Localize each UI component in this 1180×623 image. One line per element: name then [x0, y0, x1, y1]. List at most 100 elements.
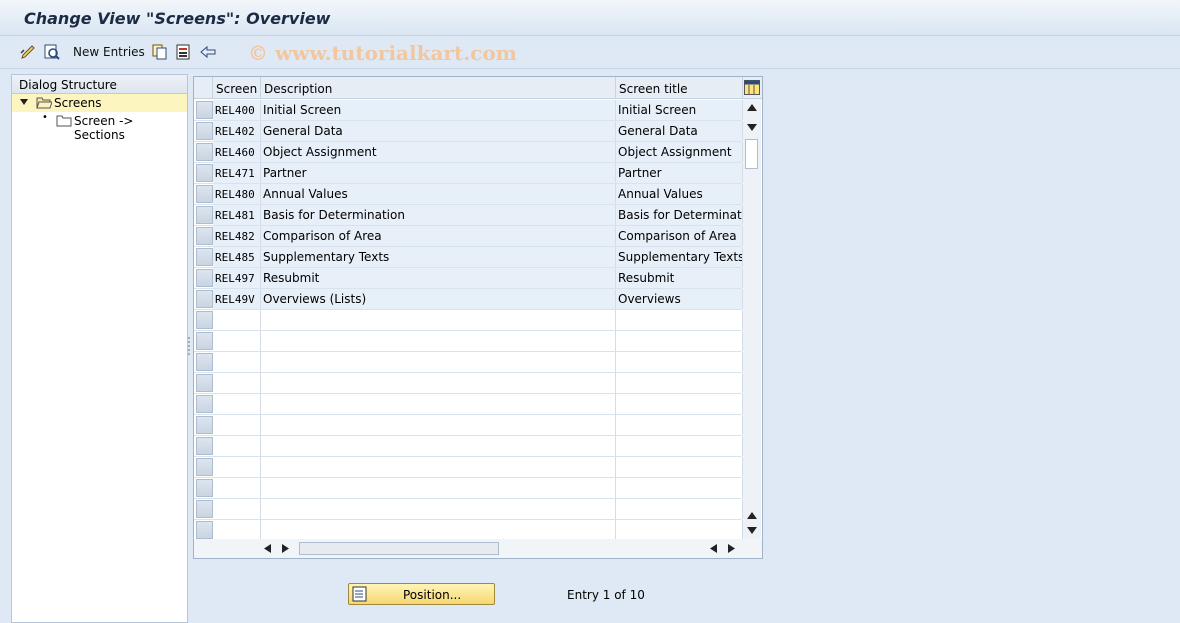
- row-select-button[interactable]: [196, 290, 213, 308]
- cell-screen-title[interactable]: Partner: [616, 163, 743, 183]
- table-row[interactable]: REL481 Basis for Determination Basis for D…: [194, 205, 743, 226]
- cell-description[interactable]: Resubmit: [261, 268, 616, 288]
- cell-description[interactable]: [261, 478, 616, 498]
- table-row[interactable]: REL49V Overviews (Lists) Overviews: [194, 289, 743, 310]
- scroll-page-up-icon[interactable]: [747, 512, 757, 519]
- select-all-cell[interactable]: [194, 77, 213, 99]
- copy-icon[interactable]: [151, 43, 169, 61]
- table-row[interactable]: [194, 415, 743, 436]
- cell-description[interactable]: [261, 394, 616, 414]
- display-change-icon[interactable]: [19, 43, 37, 61]
- row-select-button[interactable]: [196, 395, 213, 413]
- scroll-right-icon[interactable]: [728, 544, 735, 553]
- cell-screen-title[interactable]: Annual Values: [616, 184, 743, 204]
- cell-screen[interactable]: [213, 373, 261, 393]
- scroll-left-icon[interactable]: [710, 544, 717, 553]
- cell-description[interactable]: Supplementary Texts: [261, 247, 616, 267]
- row-select-button[interactable]: [196, 353, 213, 371]
- col-header-screen-title[interactable]: Screen title: [616, 77, 743, 99]
- cell-screen-title[interactable]: [616, 478, 743, 498]
- cell-description[interactable]: Object Assignment: [261, 142, 616, 162]
- row-select-button[interactable]: [196, 164, 213, 182]
- table-row[interactable]: [194, 478, 743, 499]
- cell-screen-title[interactable]: Supplementary Texts: [616, 247, 743, 267]
- cell-description[interactable]: [261, 457, 616, 477]
- table-row[interactable]: REL497 Resubmit Resubmit: [194, 268, 743, 289]
- scroll-down-icon[interactable]: [747, 124, 757, 131]
- expand-triangle-icon[interactable]: [20, 99, 28, 105]
- cell-screen[interactable]: [213, 415, 261, 435]
- cell-screen-title[interactable]: Overviews: [616, 289, 743, 309]
- column-settings-icon[interactable]: [744, 80, 760, 95]
- scroll-page-down-icon[interactable]: [747, 527, 757, 534]
- cell-screen-title[interactable]: [616, 352, 743, 372]
- table-row[interactable]: REL460 Object Assignment Object Assignment: [194, 142, 743, 163]
- table-row[interactable]: [194, 331, 743, 352]
- cell-description[interactable]: [261, 310, 616, 330]
- row-select-button[interactable]: [196, 248, 213, 266]
- cell-screen[interactable]: REL49V: [213, 289, 261, 309]
- cell-screen-title[interactable]: [616, 331, 743, 351]
- row-select-button[interactable]: [196, 437, 213, 455]
- cell-description[interactable]: [261, 352, 616, 372]
- cell-screen[interactable]: REL402: [213, 121, 261, 141]
- table-row[interactable]: [194, 373, 743, 394]
- table-row[interactable]: REL471 Partner Partner: [194, 163, 743, 184]
- cell-screen-title[interactable]: [616, 415, 743, 435]
- scroll-up-icon[interactable]: [747, 104, 757, 111]
- horizontal-scroll-thumb[interactable]: [299, 542, 499, 555]
- row-select-button[interactable]: [196, 521, 213, 539]
- cell-screen[interactable]: REL485: [213, 247, 261, 267]
- cell-screen-title[interactable]: [616, 373, 743, 393]
- row-select-button[interactable]: [196, 374, 213, 392]
- vertical-scroll-thumb[interactable]: [745, 139, 758, 169]
- cell-description[interactable]: Comparison of Area: [261, 226, 616, 246]
- panel-splitter-handle[interactable]: [187, 335, 191, 357]
- cell-screen[interactable]: REL471: [213, 163, 261, 183]
- cell-screen[interactable]: [213, 331, 261, 351]
- cell-screen[interactable]: [213, 457, 261, 477]
- cell-screen[interactable]: REL497: [213, 268, 261, 288]
- table-row[interactable]: REL400 Initial Screen Initial Screen: [194, 100, 743, 121]
- horizontal-scrollbar[interactable]: [194, 539, 762, 558]
- scroll-right-icon[interactable]: [282, 544, 289, 553]
- row-select-button[interactable]: [196, 500, 213, 518]
- table-row[interactable]: [194, 520, 743, 541]
- table-row[interactable]: [194, 499, 743, 520]
- cell-description[interactable]: General Data: [261, 121, 616, 141]
- new-entries-button[interactable]: New Entries: [73, 45, 145, 59]
- col-header-description[interactable]: Description: [261, 77, 616, 99]
- cell-screen[interactable]: [213, 436, 261, 456]
- row-select-button[interactable]: [196, 185, 213, 203]
- cell-screen[interactable]: [213, 499, 261, 519]
- table-row[interactable]: [194, 352, 743, 373]
- cell-description[interactable]: [261, 520, 616, 540]
- delete-icon[interactable]: [175, 43, 193, 61]
- cell-description[interactable]: [261, 331, 616, 351]
- cell-screen-title[interactable]: [616, 499, 743, 519]
- scroll-left-icon[interactable]: [264, 544, 271, 553]
- cell-screen[interactable]: REL482: [213, 226, 261, 246]
- cell-screen[interactable]: [213, 394, 261, 414]
- cell-screen[interactable]: [213, 478, 261, 498]
- cell-screen-title[interactable]: Initial Screen: [616, 100, 743, 120]
- cell-description[interactable]: Partner: [261, 163, 616, 183]
- table-row[interactable]: REL402 General Data General Data: [194, 121, 743, 142]
- cell-description[interactable]: Annual Values: [261, 184, 616, 204]
- cell-screen-title[interactable]: [616, 394, 743, 414]
- cell-screen[interactable]: REL460: [213, 142, 261, 162]
- row-select-button[interactable]: [196, 269, 213, 287]
- table-row[interactable]: [194, 436, 743, 457]
- row-select-button[interactable]: [196, 332, 213, 350]
- cell-screen-title[interactable]: [616, 310, 743, 330]
- cell-screen[interactable]: [213, 352, 261, 372]
- details-icon[interactable]: [43, 43, 61, 61]
- row-select-button[interactable]: [196, 311, 213, 329]
- cell-screen-title[interactable]: [616, 520, 743, 540]
- cell-screen[interactable]: REL480: [213, 184, 261, 204]
- table-row[interactable]: REL482 Comparison of Area Comparison of Ar…: [194, 226, 743, 247]
- row-select-button[interactable]: [196, 101, 213, 119]
- col-header-screen[interactable]: Screen: [213, 77, 261, 99]
- cell-screen-title[interactable]: Basis for Determination: [616, 205, 743, 225]
- table-row[interactable]: REL485 Supplementary Texts Supplementary T…: [194, 247, 743, 268]
